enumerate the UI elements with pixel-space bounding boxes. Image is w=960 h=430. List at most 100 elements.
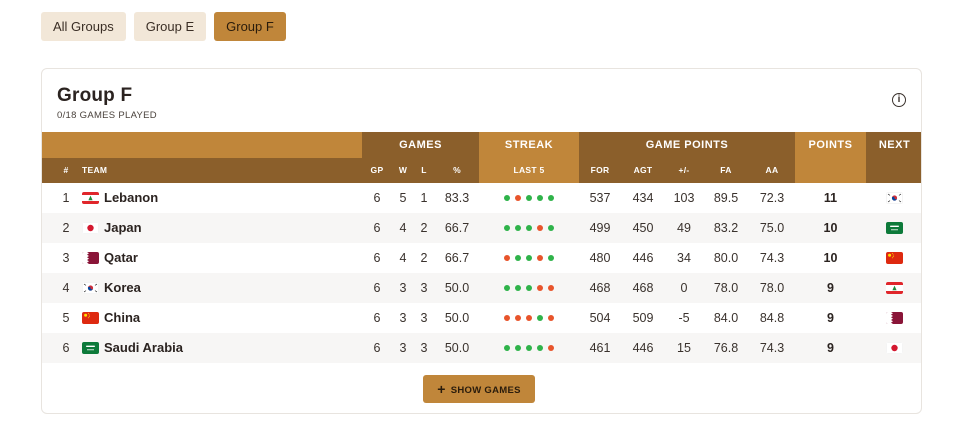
win-dot — [548, 255, 554, 261]
diff-cell: -5 — [678, 311, 690, 325]
pct-cell: 66.7 — [444, 251, 470, 265]
streak-cell — [479, 333, 579, 363]
win-dot — [526, 345, 532, 351]
col-diff: +/- — [678, 165, 690, 175]
pct-cell: 50.0 — [444, 281, 470, 295]
for-cell: 468 — [589, 281, 611, 295]
col-rank: # — [63, 165, 69, 175]
group-tabs: All Groups Group E Group F — [41, 12, 286, 41]
streak-group-header: STREAK — [504, 139, 554, 151]
pct-cell: 83.3 — [444, 191, 470, 205]
standings-card: Group F 0/18 GAMES PLAYED i GAMES STREAK… — [41, 68, 922, 414]
aa-cell: 74.3 — [759, 341, 785, 355]
show-games-button[interactable]: + SHOW GAMES — [423, 375, 535, 403]
rank-cell: 3 — [62, 251, 70, 265]
japan-flag-icon — [82, 222, 99, 234]
col-aa: AA — [765, 165, 779, 175]
win-dot — [526, 195, 532, 201]
gp-cell: 6 — [373, 341, 381, 355]
win-dot — [548, 225, 554, 231]
win-dot — [526, 285, 532, 291]
table-row[interactable]: 6 6 3 3 50.0 461 446 15 76.8 74.3 Saudi Arabia 9 — [42, 333, 921, 363]
wins-cell: 4 — [399, 251, 407, 265]
table-row[interactable]: 2 6 4 2 66.7 499 450 49 83.2 75.0 Japan 10 — [42, 213, 921, 243]
points-group-header: POINTS — [808, 139, 853, 151]
games-played-subtitle: 0/18 GAMES PLAYED — [57, 110, 157, 121]
fa-cell: 89.5 — [713, 191, 739, 205]
diff-cell: 103 — [673, 191, 695, 205]
table-row[interactable]: 1 6 5 1 83.3 537 434 103 89.5 72.3 Lebanon 11 — [42, 183, 921, 213]
loss-dot — [548, 345, 554, 351]
col-fa: FA — [720, 165, 732, 175]
losses-cell: 3 — [420, 341, 428, 355]
aa-cell: 78.0 — [759, 281, 785, 295]
show-games-label: SHOW GAMES — [450, 385, 521, 396]
next-opponent-china-flag-icon[interactable] — [886, 252, 903, 264]
team-name[interactable]: Saudi Arabia — [104, 333, 324, 363]
next-opponent-korea-flag-icon[interactable] — [886, 192, 903, 204]
col-pct: % — [453, 165, 461, 175]
wins-cell: 3 — [399, 341, 407, 355]
win-dot — [537, 345, 543, 351]
streak-cell — [479, 213, 579, 243]
for-cell: 461 — [589, 341, 611, 355]
for-cell: 499 — [589, 221, 611, 235]
diff-cell: 0 — [680, 281, 688, 295]
streak-cell — [479, 273, 579, 303]
streak-cell — [479, 183, 579, 213]
rank-cell: 2 — [62, 221, 70, 235]
team-name[interactable]: Japan — [104, 213, 324, 243]
win-dot — [504, 195, 510, 201]
korea-flag-icon — [82, 282, 99, 294]
col-agt: AGT — [633, 165, 653, 175]
win-dot — [526, 225, 532, 231]
win-dot — [504, 345, 510, 351]
gp-cell: 6 — [373, 191, 381, 205]
game-points-group-header: GAME POINTS — [579, 132, 795, 158]
streak-cell — [479, 303, 579, 333]
next-opponent-qatar-flag-icon[interactable] — [886, 312, 903, 324]
tab-all-groups[interactable]: All Groups — [41, 12, 126, 41]
agt-cell: 450 — [632, 221, 654, 235]
next-opponent-japan-flag-icon[interactable] — [886, 342, 903, 354]
win-dot — [504, 285, 510, 291]
col-last5: LAST 5 — [479, 158, 579, 183]
wins-cell: 3 — [399, 311, 407, 325]
fa-cell: 78.0 — [713, 281, 739, 295]
table-group-header: GAMES STREAK GAME POINTS POINTS NEXT — [42, 132, 921, 158]
fa-cell: 84.0 — [713, 311, 739, 325]
team-name[interactable]: Korea — [104, 273, 324, 303]
team-name[interactable]: Qatar — [104, 243, 324, 273]
table-row[interactable]: 4 6 3 3 50.0 468 468 0 78.0 78.0 Korea 9 — [42, 273, 921, 303]
fa-cell: 83.2 — [713, 221, 739, 235]
rank-cell: 4 — [62, 281, 70, 295]
win-dot — [537, 315, 543, 321]
wins-cell: 5 — [399, 191, 407, 205]
tab-group-e[interactable]: Group E — [133, 12, 207, 41]
games-group-header: GAMES — [362, 132, 479, 158]
next-opponent-saudi-arabia-flag-icon[interactable] — [886, 222, 903, 234]
aa-cell: 75.0 — [759, 221, 785, 235]
points-cell: 11 — [823, 191, 838, 205]
table-row[interactable]: 3 6 4 2 66.7 480 446 34 80.0 74.3 Qatar 10 — [42, 243, 921, 273]
aa-cell: 84.8 — [759, 311, 785, 325]
losses-cell: 3 — [420, 311, 428, 325]
loss-dot — [526, 315, 532, 321]
tab-group-f[interactable]: Group F — [214, 12, 286, 41]
agt-cell: 446 — [632, 341, 654, 355]
rank-cell: 1 — [62, 191, 70, 205]
group-title: Group F — [57, 85, 133, 106]
info-icon[interactable]: i — [892, 93, 906, 107]
win-dot — [537, 195, 543, 201]
next-opponent-lebanon-flag-icon[interactable] — [886, 282, 903, 294]
team-name[interactable]: China — [104, 303, 324, 333]
col-points — [795, 158, 866, 183]
loss-dot — [537, 285, 543, 291]
loss-dot — [504, 255, 510, 261]
gp-cell: 6 — [373, 251, 381, 265]
win-dot — [515, 255, 521, 261]
table-row[interactable]: 5 6 3 3 50.0 504 509 -5 84.0 84.8 China 9 — [42, 303, 921, 333]
pct-cell: 50.0 — [444, 311, 470, 325]
team-name[interactable]: Lebanon — [104, 183, 324, 213]
col-for: FOR — [590, 165, 610, 175]
